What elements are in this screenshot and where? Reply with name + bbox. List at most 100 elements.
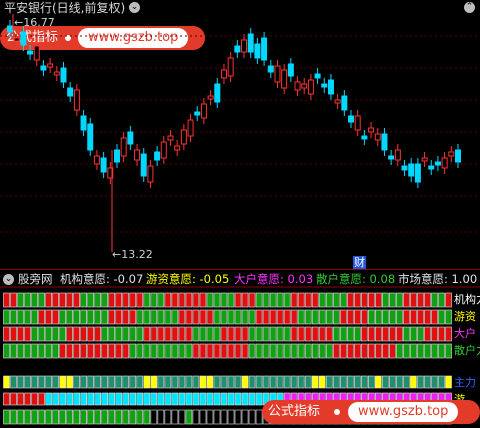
- row-hotmoney: [290, 309, 298, 325]
- row-bigholder: [199, 326, 207, 342]
- row-retail-sum: [241, 409, 249, 425]
- row-institution: [24, 292, 31, 308]
- row-bigholder: [31, 326, 38, 342]
- row-retail-sum: [66, 409, 73, 425]
- candle-body: [341, 95, 348, 111]
- row-bigholder: [45, 326, 52, 342]
- row-bigholder: [24, 326, 31, 342]
- row-retail: [417, 343, 424, 359]
- row-retail: [234, 343, 242, 359]
- row-bigholder: [276, 326, 284, 342]
- row-retail: [276, 343, 284, 359]
- row-hotmoney: [325, 309, 333, 325]
- row-retail: [164, 343, 172, 359]
- row-institution: [94, 292, 102, 308]
- row-institution: [115, 292, 123, 308]
- indicator-item-4: 市场意愿: 1.00: [398, 272, 478, 286]
- row-retail-sum: [150, 409, 158, 425]
- row-hotmoney: [108, 309, 116, 325]
- indicator-name[interactable]: 股旁网: [18, 271, 53, 287]
- row-hotmoney: [73, 309, 80, 325]
- candle-body: [261, 37, 268, 61]
- row-institution: [59, 292, 66, 308]
- row-bigholder: [403, 326, 410, 342]
- candle-body: [455, 149, 461, 163]
- candle-body: [307, 79, 314, 95]
- row-hotmoney: [94, 309, 102, 325]
- row-hot: [164, 392, 172, 406]
- row-hot: [38, 392, 45, 406]
- row-bigholder: [66, 326, 73, 342]
- row-main-force: [360, 375, 368, 389]
- row-retail: [17, 343, 24, 359]
- row-hot: [73, 392, 80, 406]
- row-retail: [382, 343, 389, 359]
- candle-body: [254, 43, 261, 59]
- row-institution: [66, 292, 73, 308]
- row-bigholder: [164, 326, 172, 342]
- row-hotmoney: [375, 309, 382, 325]
- row-main-force: [276, 375, 284, 389]
- row-main-force: [143, 375, 151, 389]
- row-institution: [332, 292, 340, 308]
- candle-body: [334, 99, 341, 104]
- row-hotmoney: [213, 309, 221, 325]
- row-institution: [87, 292, 95, 308]
- row-retail: [213, 343, 221, 359]
- row-bigholder: [410, 326, 417, 342]
- row-bigholder: [206, 326, 214, 342]
- candle-body: [40, 65, 47, 71]
- row-retail-sum: [38, 409, 45, 425]
- row-main-force: [3, 375, 10, 389]
- candlestick-chart[interactable]: [0, 0, 480, 270]
- row-hot: [220, 392, 228, 406]
- row-main-force: [368, 375, 375, 389]
- row-main-force: [80, 375, 87, 389]
- indicator-item-0: 机构意愿: -0.07: [60, 272, 144, 286]
- row-retail: [438, 343, 445, 359]
- row-hotmoney: [332, 309, 340, 325]
- row-retail: [325, 343, 333, 359]
- indicator-item-2: 大户意愿: 0.03: [234, 272, 314, 286]
- chevron-down-icon[interactable]: ⌄: [3, 274, 14, 285]
- row-hot: [24, 392, 31, 406]
- candle-body: [80, 115, 87, 131]
- row-hotmoney: [192, 309, 200, 325]
- row-hot: [94, 392, 102, 406]
- row-hot: [192, 392, 200, 406]
- candle-body: [174, 145, 181, 151]
- row-institution: [143, 292, 151, 308]
- row-hotmoney: [424, 309, 431, 325]
- row-retail: [129, 343, 137, 359]
- row-retail-sum: [157, 409, 165, 425]
- row-retail: [318, 343, 326, 359]
- row-hotmoney: [269, 309, 277, 325]
- candle-body: [113, 149, 120, 163]
- row-hotmoney: [248, 309, 256, 325]
- row-hotmoney: [353, 309, 361, 325]
- row-retail: [389, 343, 396, 359]
- row-hotmoney: [115, 309, 123, 325]
- row-main-force: [311, 375, 319, 389]
- row-bigholder: [87, 326, 95, 342]
- row-bigholder: [318, 326, 326, 342]
- watermark-url: www.gszb.top: [348, 402, 459, 422]
- row-institution: [227, 292, 235, 308]
- row-hotmoney: [227, 309, 235, 325]
- row-main-force: [115, 375, 123, 389]
- event-marker[interactable]: 财: [353, 256, 366, 269]
- row-bigholder: [171, 326, 179, 342]
- row-institution: [403, 292, 410, 308]
- row-bigholder: [192, 326, 200, 342]
- row-main-force: [10, 375, 17, 389]
- row-bigholder: [332, 326, 340, 342]
- row-main-force: [45, 375, 52, 389]
- row-main-force: [171, 375, 179, 389]
- row-retail: [339, 343, 347, 359]
- row-bigholder: [424, 326, 431, 342]
- row-retail-sum: [52, 409, 59, 425]
- row-hotmoney: [241, 309, 249, 325]
- row-retail: [332, 343, 340, 359]
- row-main-force: [304, 375, 312, 389]
- candle-body: [60, 67, 67, 83]
